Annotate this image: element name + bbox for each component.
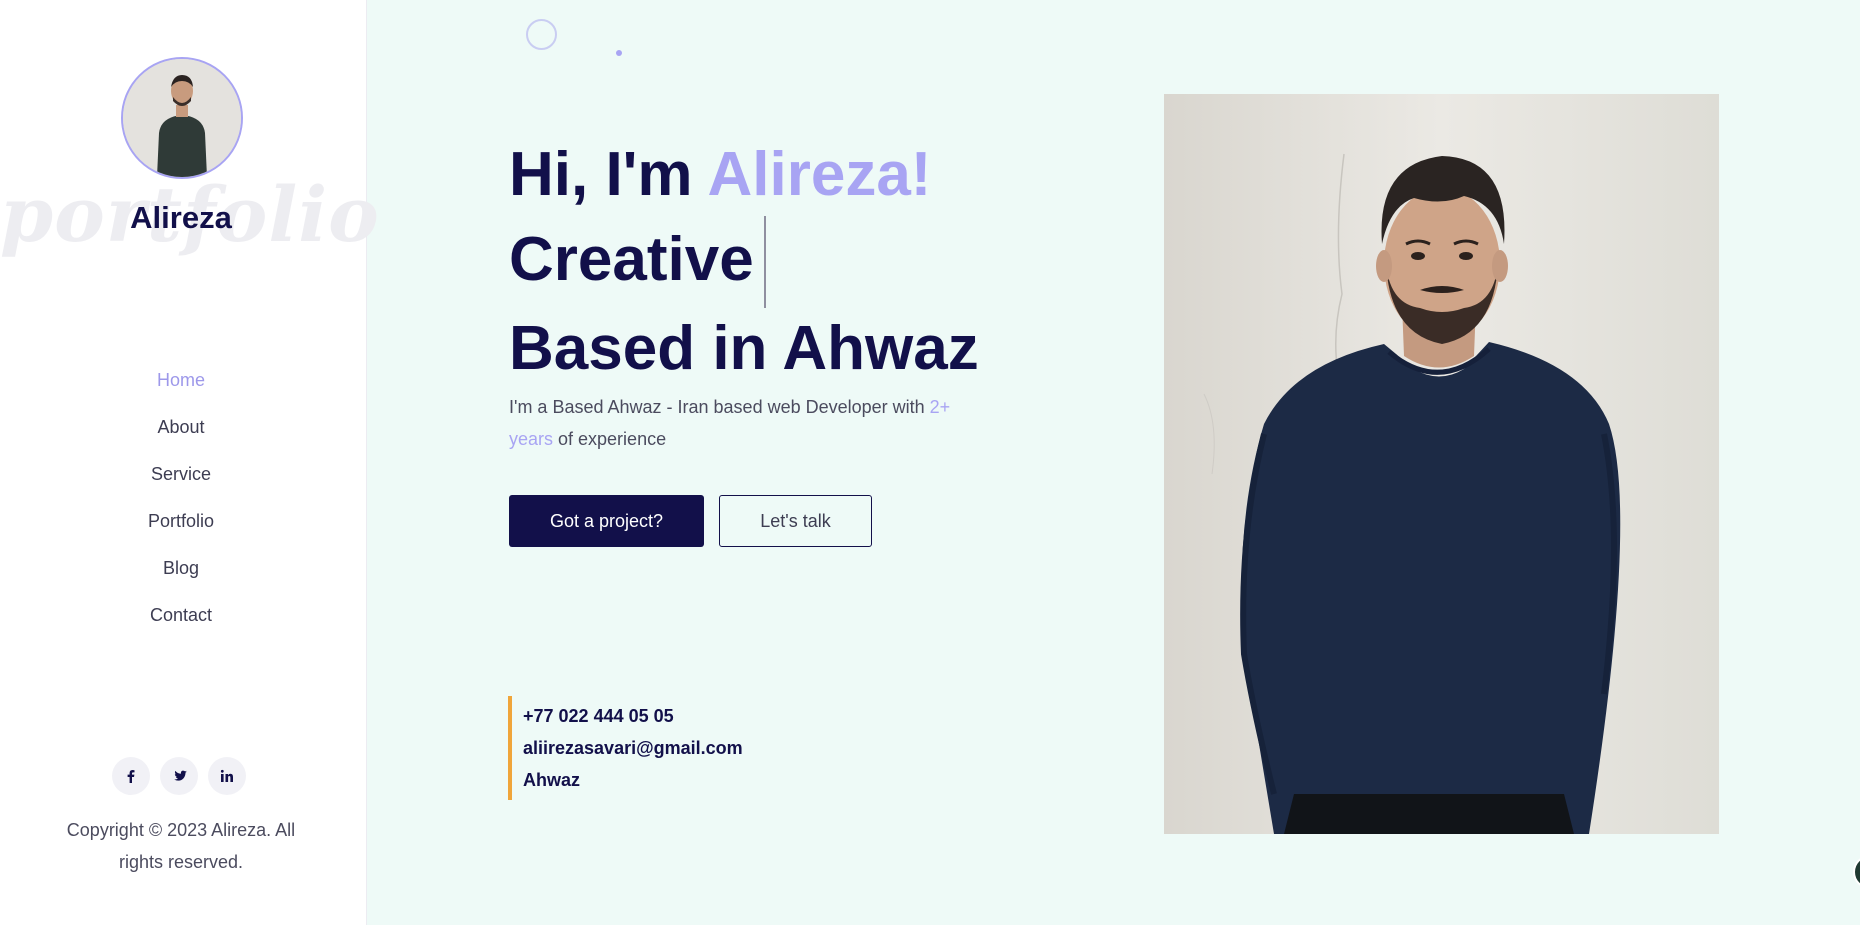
location-line: Based in Ahwaz [509,314,979,383]
nav-item-about[interactable]: About [0,417,362,464]
contact-email[interactable]: aliirezasavari@gmail.com [523,732,743,764]
sidebar-nav: Home About Service Portfolio Blog Contac… [0,370,362,652]
contact-info: +77 022 444 05 05 aliirezasavari@gmail.c… [508,696,743,800]
portrait-image [1164,94,1719,834]
nav-item-portfolio[interactable]: Portfolio [0,511,362,558]
contact-phone[interactable]: +77 022 444 05 05 [523,700,743,732]
nav-item-service[interactable]: Service [0,464,362,511]
typing-cursor [763,216,766,308]
chat-widget-button[interactable] [1853,855,1860,889]
page: portfolio Alireza Home About Service Por… [0,0,1860,925]
social-links [112,757,246,795]
nav-item-home[interactable]: Home [0,370,362,417]
contact-location: Ahwaz [523,770,581,790]
description-prefix: I'm a Based Ahwaz - Iran based web Devel… [509,397,930,417]
description-suffix: of experience [553,429,667,449]
greeting-name: Alireza! [707,140,932,209]
avatar-image [123,59,241,177]
linkedin-icon[interactable] [208,757,246,795]
decorative-ring [526,19,557,50]
hero-description: I'm a Based Ahwaz - Iran based web Devel… [509,391,979,455]
got-a-project-button[interactable]: Got a project? [509,495,704,547]
greeting-prefix: Hi, I'm [509,140,708,209]
copyright-text: Copyright © 2023 Alireza. All rights res… [66,820,296,872]
facebook-icon[interactable] [112,757,150,795]
hero-photo [1164,94,1719,834]
typed-word: Creative [509,225,754,294]
sidebar: portfolio Alireza Home About Service Por… [0,0,379,925]
twitter-icon[interactable] [160,757,198,795]
nav-item-contact[interactable]: Contact [0,605,362,652]
profile-name: Alireza [130,200,232,235]
nav-item-blog[interactable]: Blog [0,558,362,605]
decorative-dot [616,50,622,56]
avatar [121,57,243,179]
hero-title: Hi, I'm Alireza! Creative Based in Ahwaz [509,134,979,390]
lets-talk-button[interactable]: Let's talk [719,495,872,547]
